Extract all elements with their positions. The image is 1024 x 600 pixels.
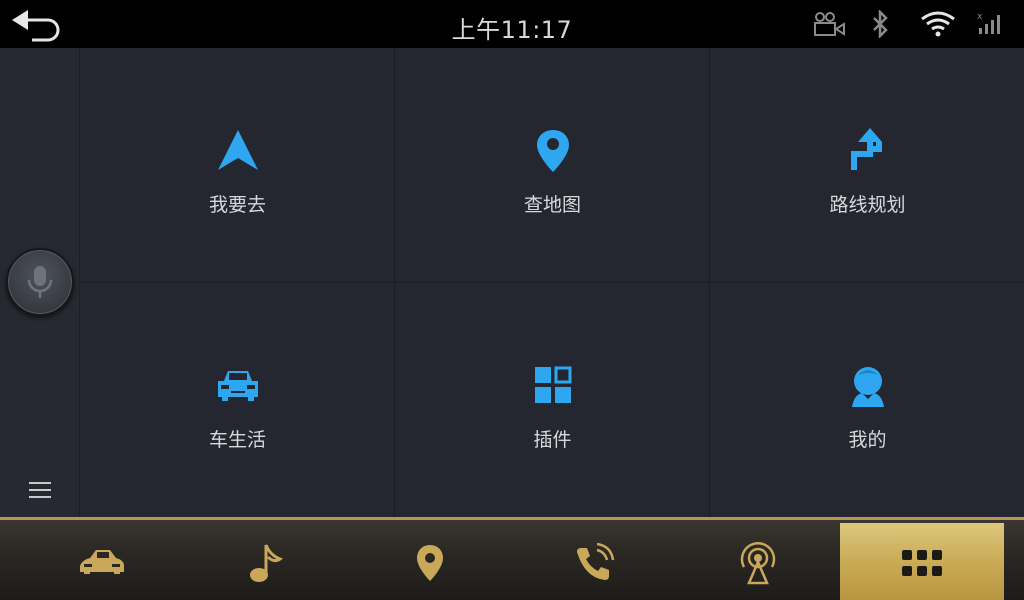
svg-text:x: x [977, 12, 983, 22]
tile-view-map[interactable]: 查地图 [395, 48, 710, 283]
car-icon [217, 371, 258, 401]
bluetooth-icon [873, 10, 888, 38]
function-grid: 我要去 查地图 路线规划 车生活 插件 我的 [80, 48, 1024, 518]
phone-icon [577, 542, 615, 580]
plugin-grid-icon [534, 366, 571, 403]
tile-label: 路线规划 [829, 194, 906, 216]
tile-car-life[interactable]: 车生活 [80, 283, 395, 518]
wifi-icon [921, 11, 955, 37]
status-bar: 上午11:17 x [0, 0, 1024, 48]
camera-icon [814, 12, 845, 36]
tile-label: 查地图 [523, 194, 581, 216]
profile-icon [851, 367, 884, 407]
cellular-signal-icon: x [977, 12, 1000, 34]
tile-label: 插件 [533, 429, 572, 451]
tile-label: 车生活 [208, 429, 266, 451]
radio-antenna-icon [740, 542, 776, 585]
tile-label: 我的 [848, 429, 887, 451]
bottom-dock [0, 517, 1024, 600]
hamburger-menu-icon [29, 482, 51, 498]
dock-radio[interactable] [676, 523, 840, 600]
tile-mine[interactable]: 我的 [710, 283, 1024, 518]
route-turn-icon [850, 128, 882, 170]
dock-navigation[interactable] [348, 523, 512, 600]
tile-label: 我要去 [208, 194, 266, 216]
navigation-arrow-icon [217, 130, 258, 170]
dock-music[interactable] [184, 523, 348, 600]
car-icon [80, 550, 124, 574]
music-note-icon [250, 544, 284, 582]
map-pin-icon [417, 545, 443, 581]
tile-plugins[interactable]: 插件 [395, 283, 710, 518]
tile-route-planning[interactable]: 路线规划 [710, 48, 1024, 283]
dock-phone[interactable] [512, 523, 676, 600]
dock-car[interactable] [20, 523, 184, 600]
microphone-icon [27, 266, 53, 298]
map-pin-icon [536, 130, 569, 172]
dock-apps[interactable] [840, 523, 1004, 600]
voice-button[interactable] [6, 248, 74, 316]
tile-go-to[interactable]: 我要去 [80, 48, 395, 283]
sidebar [0, 48, 80, 518]
apps-grid-icon [902, 550, 942, 576]
menu-button[interactable] [24, 476, 58, 504]
